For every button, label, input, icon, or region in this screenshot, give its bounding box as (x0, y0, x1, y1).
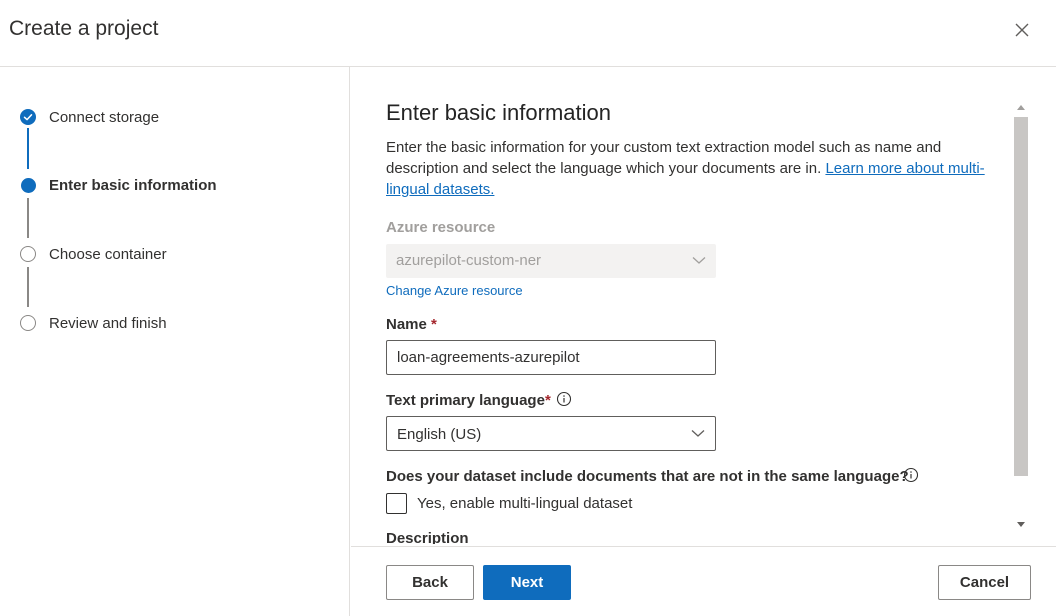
close-icon (1015, 23, 1029, 37)
footer-divider (351, 546, 1056, 547)
checkbox-label: Yes, enable multi-lingual dataset (417, 494, 633, 512)
dialog-header: Create a project (0, 0, 1056, 67)
step-current-marker (21, 177, 36, 193)
name-input[interactable] (387, 341, 715, 374)
description-label: Description (386, 530, 469, 544)
azure-resource-value: azurepilot-custom-ner (396, 252, 542, 269)
scroll-down-arrow-icon[interactable] (1017, 522, 1025, 528)
step-label: Connect storage (49, 108, 160, 126)
required-marker: * (544, 392, 551, 409)
language-value: English (US) (397, 426, 482, 443)
cancel-button[interactable]: Cancel (938, 565, 1031, 600)
checkmark-icon (23, 114, 33, 121)
step-connector (27, 267, 29, 307)
step-label: Enter basic information (49, 176, 217, 194)
chevron-down-icon (691, 430, 705, 437)
chevron-down-icon (692, 257, 706, 264)
step-connector (27, 128, 29, 169)
language-label-text: Text primary language (386, 392, 545, 409)
step-choose-container[interactable]: Choose container (20, 244, 167, 264)
multilingual-question: Does your dataset include documents that… (386, 468, 909, 485)
step-pending-marker (20, 246, 36, 262)
step-enter-basic-information[interactable]: Enter basic information (20, 175, 217, 195)
checkbox-box[interactable] (386, 492, 407, 514)
step-review-and-finish[interactable]: Review and finish (20, 313, 167, 333)
wizard-steps: Connect storage Enter basic information … (0, 67, 350, 616)
name-label: Name * (386, 316, 437, 333)
dialog-title: Create a project (9, 17, 159, 40)
form-description: Enter the basic information for your cus… (386, 137, 1011, 200)
create-project-dialog: Create a project Connect storage Enter b… (0, 0, 1056, 616)
azure-resource-label: Azure resource (386, 219, 496, 236)
form-title: Enter basic information (386, 100, 611, 125)
step-label: Review and finish (49, 314, 167, 332)
back-button[interactable]: Back (386, 565, 474, 600)
scrollbar-thumb[interactable] (1014, 117, 1028, 476)
form-content: Enter basic information Enter the basic … (351, 67, 1029, 544)
azure-resource-dropdown: azurepilot-custom-ner (386, 244, 716, 278)
step-connect-storage[interactable]: Connect storage (20, 107, 159, 127)
change-azure-resource-link[interactable]: Change Azure resource (386, 283, 523, 298)
vertical-scrollbar[interactable] (1013, 99, 1029, 537)
step-label: Choose container (49, 245, 167, 263)
scroll-up-arrow-icon[interactable] (1017, 104, 1025, 110)
step-connector (27, 198, 29, 238)
language-label: Text primary language* (386, 392, 551, 409)
info-icon[interactable] (556, 391, 572, 407)
step-pending-marker (20, 315, 36, 331)
next-button[interactable]: Next (483, 565, 571, 600)
step-completed-marker (20, 109, 36, 125)
required-marker: * (431, 316, 437, 333)
name-label-text: Name (386, 316, 427, 333)
multilingual-checkbox[interactable]: Yes, enable multi-lingual dataset (386, 492, 632, 514)
language-dropdown[interactable]: English (US) (386, 416, 716, 451)
close-button[interactable] (1010, 18, 1034, 42)
info-icon[interactable] (903, 467, 919, 483)
name-field[interactable] (386, 340, 716, 375)
